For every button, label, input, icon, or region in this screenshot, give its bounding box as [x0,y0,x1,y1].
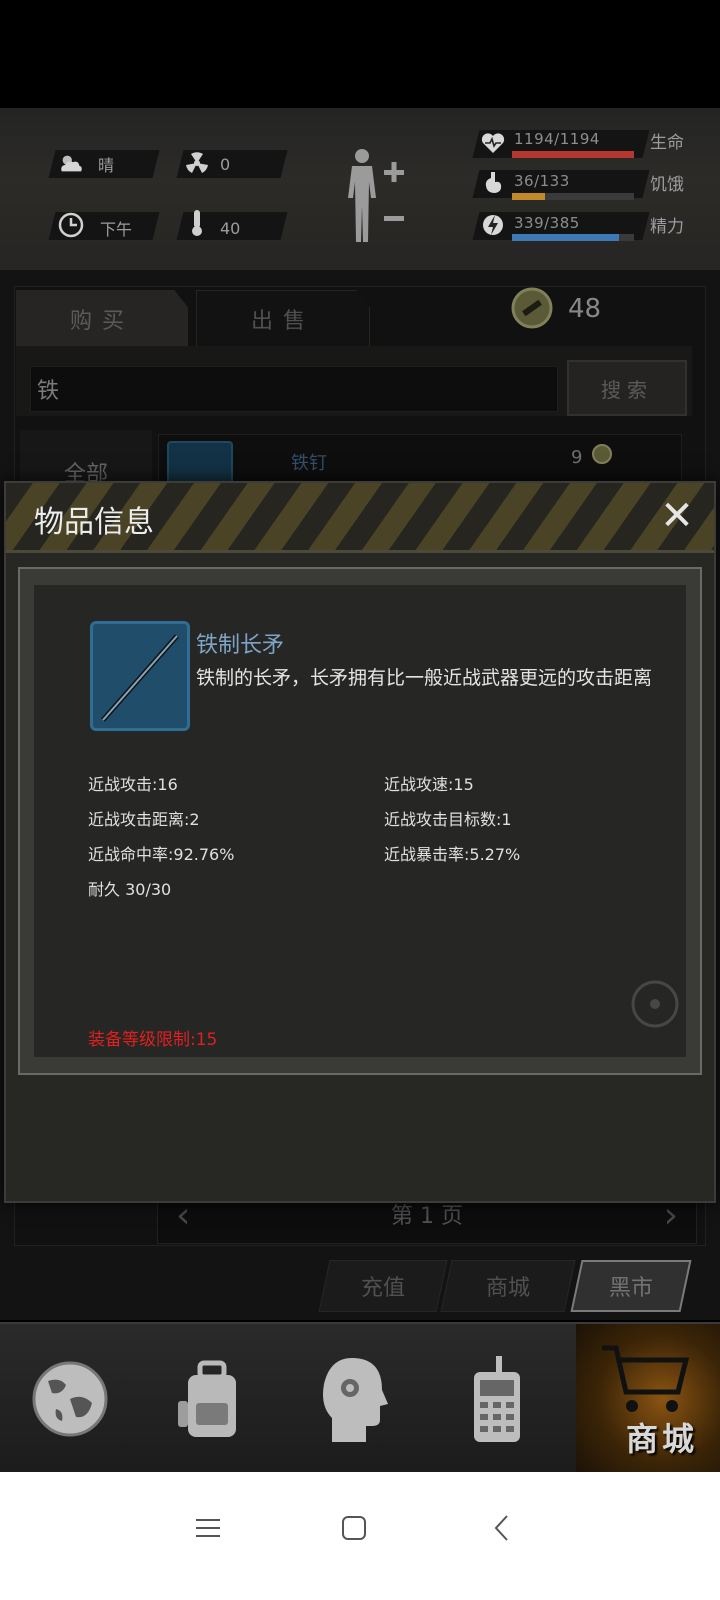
energy-label: 精力 [650,217,684,237]
back-icon[interactable] [482,1508,522,1548]
hunger-text: 36/133 [514,172,570,190]
bottom-nav: 商城 [0,1322,720,1474]
energy-text: 339/385 [514,214,580,232]
modal-header: 物品信息 ✕ [6,483,714,553]
hunger-label: 饥饿 [650,175,684,195]
system-nav-bar [0,1472,720,1600]
clock-icon [58,212,84,238]
item-card-body: 铁制长矛 铁制的长矛，长矛拥有比一般近战武器更远的攻击距离 近战攻击:16 近战… [34,585,686,1057]
radio-icon [474,1356,520,1442]
radiation-text: 0 [220,154,231,174]
energy-bolt-icon [480,212,506,238]
stat-melee-hit-rate: 近战命中率:92.76% [88,845,235,864]
cloud-sun-icon [58,150,84,176]
health-bar-fill [512,151,634,158]
spear-icon [90,621,190,731]
nav-map[interactable] [0,1324,140,1474]
energy-bar-fill [512,234,620,241]
stat-melee-targets: 近战攻击目标数:1 [384,810,512,829]
item-description: 铁制的长矛，长矛拥有比一般近战武器更远的攻击距离 [196,667,653,689]
brain-gear-icon [323,1358,388,1442]
nav-skills[interactable] [284,1324,424,1474]
hunger-bar [512,193,634,200]
stomach-icon [480,170,506,196]
nav-backpack[interactable] [142,1324,282,1474]
modal-title: 物品信息 [34,505,154,540]
home-icon[interactable] [334,1508,374,1548]
energy-bar [512,234,634,241]
body-status-button[interactable] [340,146,412,246]
health-label: 生命 [650,133,684,153]
nav-radio[interactable] [426,1324,566,1474]
status-area: 晴 0 下午 40 1194/1194 生命 36/133 饥饿 339/385… [0,108,720,268]
time-text: 下午 [100,220,133,239]
backpack-icon [178,1360,236,1437]
stat-melee-speed: 近战攻速:15 [384,775,474,794]
body-figure-icon [348,149,404,242]
health-bar [512,151,634,158]
item-card: 铁制长矛 铁制的长矛，长矛拥有比一般近战武器更远的攻击距离 近战攻击:16 近战… [18,567,702,1075]
hunger-bar-fill [512,193,545,200]
temperature-text: 40 [220,218,241,238]
cart-icon [602,1345,690,1412]
radiation-watermark-icon [630,979,680,1029]
item-name: 铁制长矛 [196,633,285,658]
menu-icon[interactable] [188,1508,228,1548]
nav-store-label: 商城 [625,1420,698,1458]
item-info-modal: 物品信息 ✕ 铁制长矛 铁制的长矛，长矛拥有比一般近战武器更远的攻击距离 近战攻… [4,481,716,1203]
stat-durability: 耐久 30/30 [88,880,172,899]
thermometer-icon [184,210,210,236]
level-requirement: 装备等级限制:15 [88,1030,218,1050]
close-icon[interactable]: ✕ [654,493,700,539]
stat-melee-attack: 近战攻击:16 [88,775,178,794]
globe-icon [32,1361,108,1437]
stat-melee-range: 近战攻击距离:2 [88,810,200,829]
radiation-icon [184,150,210,176]
health-text: 1194/1194 [514,130,600,148]
weather-text: 晴 [98,156,115,175]
nav-store[interactable]: 商城 [576,1324,720,1474]
heart-icon [480,130,506,156]
stat-melee-crit-rate: 近战暴击率:5.27% [384,845,521,864]
